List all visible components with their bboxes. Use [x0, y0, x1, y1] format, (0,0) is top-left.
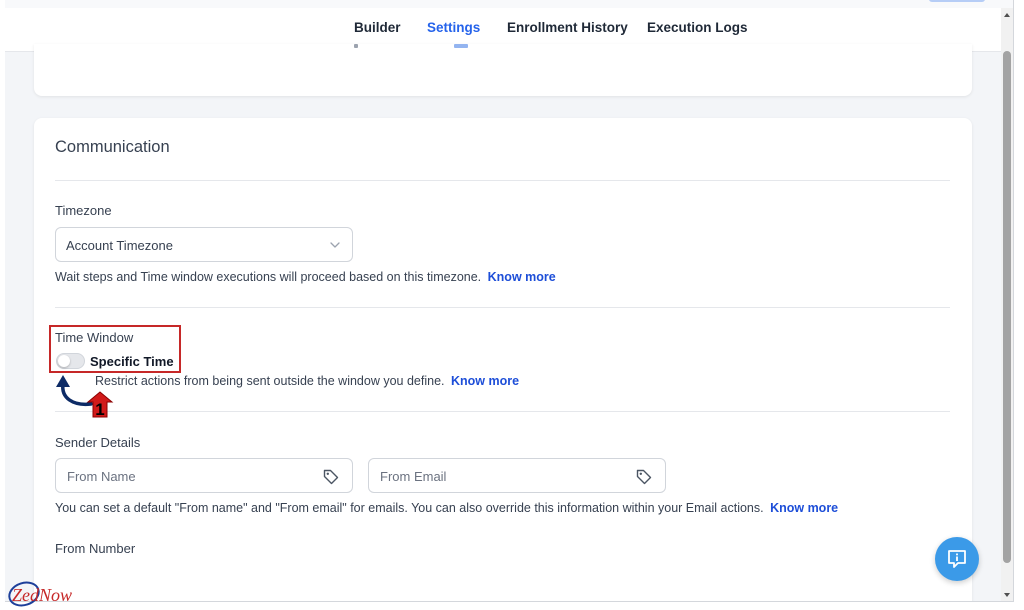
- logo-text: ZedNow: [12, 585, 72, 605]
- tag-icon: [323, 469, 339, 485]
- from-name-field[interactable]: [55, 458, 353, 493]
- clipped-text-fragment: [354, 44, 358, 48]
- help-chat-button[interactable]: [935, 537, 979, 581]
- toggle-knob: [58, 355, 70, 367]
- timezone-label: Timezone: [55, 203, 112, 218]
- tag-icon: [636, 469, 652, 485]
- timezone-value: Account Timezone: [66, 238, 173, 253]
- chat-help-icon: [948, 550, 966, 568]
- specific-time-toggle[interactable]: [56, 353, 85, 369]
- from-email-input[interactable]: [380, 467, 620, 485]
- timezone-helper-text: Wait steps and Time window executions wi…: [55, 270, 482, 284]
- divider: [55, 180, 950, 181]
- sender-helper-text: You can set a default "From name" and "F…: [55, 501, 764, 515]
- annotation-step-number: 1: [95, 400, 104, 419]
- from-email-field[interactable]: [368, 458, 666, 493]
- clipped-link-fragment: [454, 44, 468, 48]
- top-right-button-edge[interactable]: [929, 0, 985, 2]
- zednow-logo: ZedNow: [8, 581, 72, 607]
- sender-helper: You can set a default "From name" and "F…: [55, 501, 838, 515]
- window-top-edge: [5, 0, 1013, 8]
- scrollbar-thumb[interactable]: [1003, 51, 1011, 563]
- from-number-label: From Number: [55, 541, 136, 556]
- scroll-up-arrow-icon[interactable]: [1001, 9, 1013, 21]
- timezone-helper: Wait steps and Time window executions wi…: [55, 270, 556, 284]
- from-name-input[interactable]: [67, 467, 307, 485]
- sender-know-more-link[interactable]: Know more: [770, 501, 838, 515]
- divider: [55, 307, 950, 308]
- time-window-helper: Restrict actions from being sent outside…: [95, 374, 519, 388]
- chevron-down-icon: [330, 242, 340, 248]
- time-window-helper-text: Restrict actions from being sent outside…: [95, 374, 445, 388]
- app-frame: Builder Settings Enrollment History Exec…: [5, 0, 1014, 602]
- scroll-down-arrow-icon[interactable]: [1001, 589, 1013, 601]
- divider: [55, 411, 950, 412]
- communication-title: Communication: [55, 138, 170, 156]
- timezone-know-more-link[interactable]: Know more: [488, 270, 556, 284]
- curved-arrow-icon: 1: [56, 375, 114, 419]
- specific-time-label: Specific Time: [90, 354, 174, 369]
- time-window-know-more-link[interactable]: Know more: [451, 374, 519, 388]
- previous-settings-card: [34, 44, 972, 96]
- sender-details-label: Sender Details: [55, 435, 141, 450]
- timezone-select[interactable]: Account Timezone: [55, 227, 353, 262]
